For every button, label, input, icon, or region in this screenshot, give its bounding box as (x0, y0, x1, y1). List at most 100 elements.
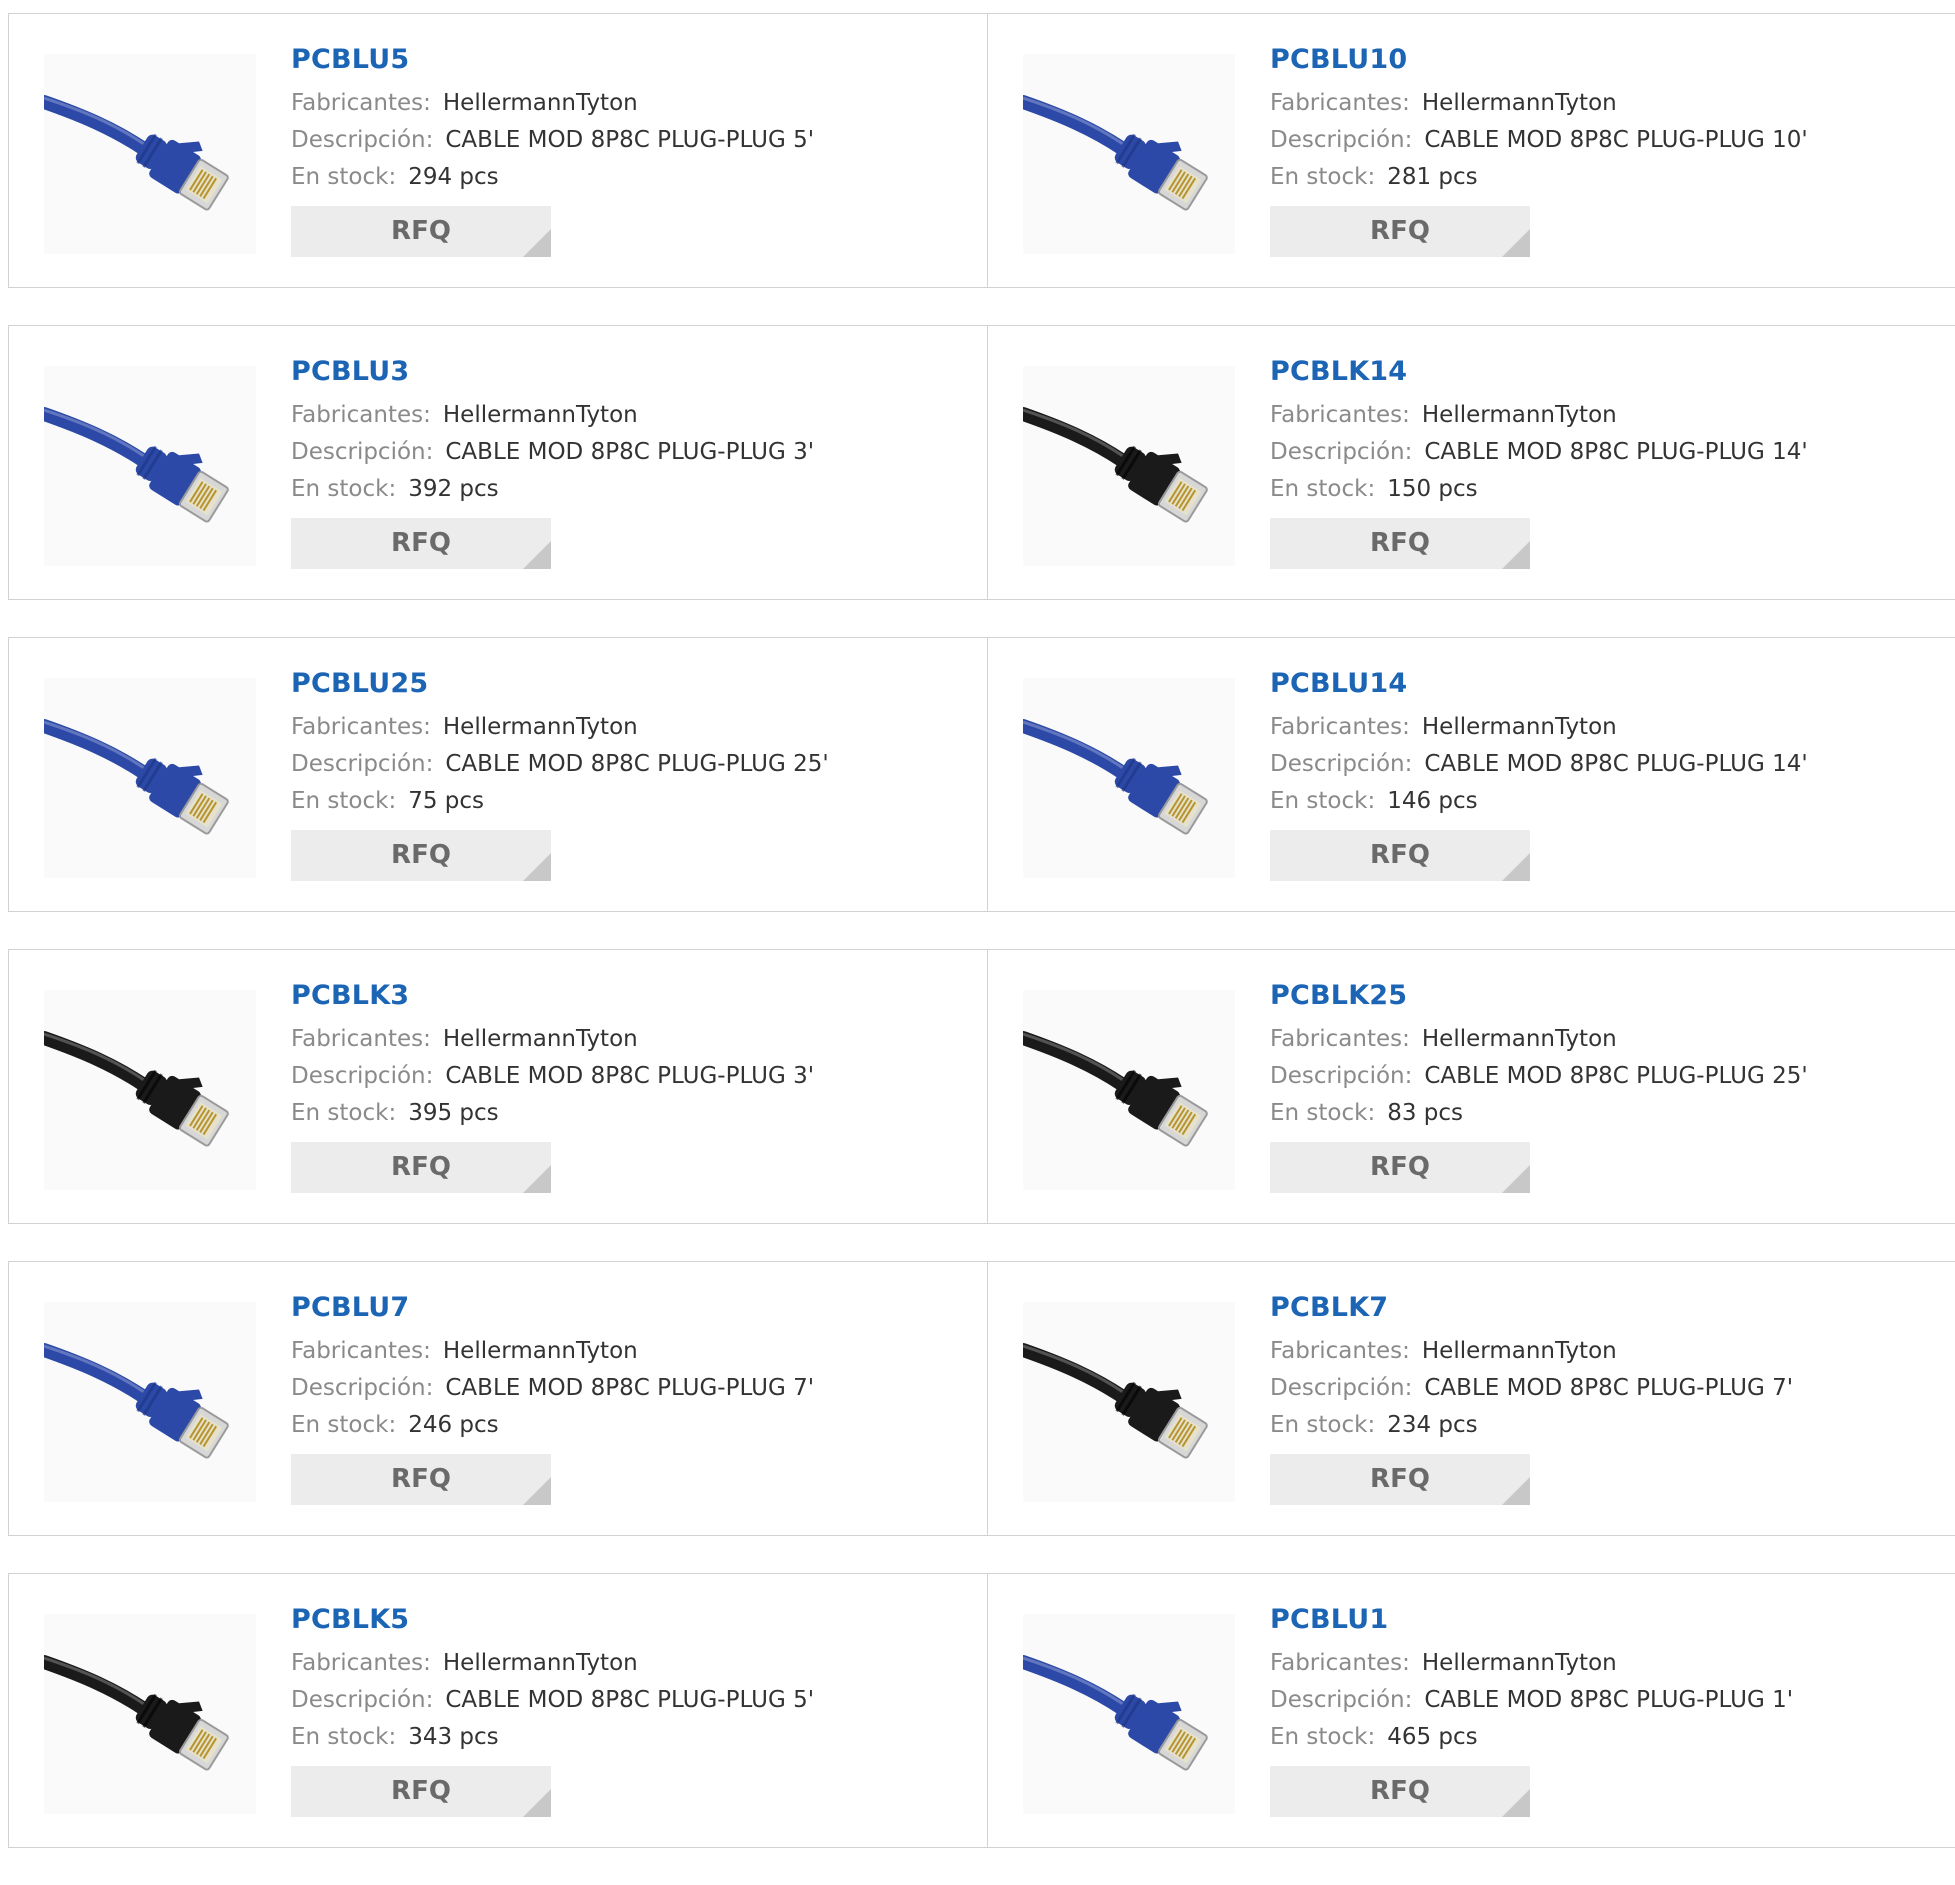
product-image[interactable] (1023, 1302, 1235, 1502)
stock-value: 83 pcs (1387, 1100, 1464, 1126)
description-line: Descripción: CABLE MOD 8P8C PLUG-PLUG 7' (1270, 1370, 1935, 1407)
corner-triangle-icon (1502, 853, 1530, 881)
product-card: PCBLU10 Fabricantes: HellermannTyton Desc… (987, 14, 1955, 287)
stock-label: En stock: (291, 164, 397, 190)
manufacturer-label: Fabricantes: (291, 90, 431, 116)
manufacturer-label: Fabricantes: (291, 714, 431, 740)
manufacturer-line: Fabricantes: HellermannTyton (1270, 1021, 1935, 1058)
product-card: PCBLK14 Fabricantes: HellermannTyton Desc… (987, 326, 1955, 599)
stock-line: En stock: 234 pcs (1270, 1407, 1935, 1444)
stock-value: 150 pcs (1387, 476, 1478, 502)
product-image[interactable] (44, 1614, 256, 1814)
black-ethernet-cable-icon (1023, 407, 1208, 523)
stock-label: En stock: (291, 1412, 397, 1438)
stock-value: 281 pcs (1387, 164, 1478, 190)
stock-line: En stock: 75 pcs (291, 783, 967, 820)
part-number-link[interactable]: PCBLU1 (1270, 1602, 1935, 1638)
rfq-button[interactable]: RFQ (291, 518, 551, 569)
product-image[interactable] (44, 54, 256, 254)
stock-value: 294 pcs (408, 164, 499, 190)
part-number-link[interactable]: PCBLK5 (291, 1602, 967, 1638)
rfq-button[interactable]: RFQ (291, 1142, 551, 1193)
stock-label: En stock: (1270, 788, 1376, 814)
part-number-link[interactable]: PCBLK14 (1270, 354, 1935, 390)
rfq-label: RFQ (391, 1152, 451, 1182)
description-line: Descripción: CABLE MOD 8P8C PLUG-PLUG 10' (1270, 122, 1935, 159)
manufacturer-value: HellermannTyton (442, 1338, 638, 1364)
corner-triangle-icon (523, 1477, 551, 1505)
rfq-button[interactable]: RFQ (1270, 1454, 1530, 1505)
manufacturer-line: Fabricantes: HellermannTyton (1270, 85, 1935, 122)
rfq-label: RFQ (1370, 1464, 1430, 1494)
manufacturer-value: HellermannTyton (1421, 402, 1617, 428)
corner-triangle-icon (523, 853, 551, 881)
rfq-label: RFQ (1370, 840, 1430, 870)
part-number-link[interactable]: PCBLK25 (1270, 978, 1935, 1014)
rfq-button[interactable]: RFQ (1270, 1142, 1530, 1193)
rfq-button[interactable]: RFQ (291, 1766, 551, 1817)
manufacturer-label: Fabricantes: (1270, 1026, 1410, 1052)
product-image[interactable] (1023, 54, 1235, 254)
part-number-link[interactable]: PCBLU3 (291, 354, 967, 390)
corner-triangle-icon (1502, 541, 1530, 569)
description-label: Descripción: (1270, 751, 1413, 777)
description-label: Descripción: (1270, 439, 1413, 465)
stock-label: En stock: (1270, 164, 1376, 190)
product-image[interactable] (44, 1302, 256, 1502)
part-number-link[interactable]: PCBLU25 (291, 666, 967, 702)
stock-label: En stock: (291, 1100, 397, 1126)
stock-label: En stock: (291, 1724, 397, 1750)
rfq-label: RFQ (391, 840, 451, 870)
rfq-button[interactable]: RFQ (291, 206, 551, 257)
product-card: PCBLK3 Fabricantes: HellermannTyton Descr… (9, 950, 987, 1223)
product-card: PCBLK7 Fabricantes: HellermannTyton Descr… (987, 1262, 1955, 1535)
manufacturer-value: HellermannTyton (1421, 714, 1617, 740)
part-number-link[interactable]: PCBLU14 (1270, 666, 1935, 702)
rfq-label: RFQ (1370, 528, 1430, 558)
rfq-button[interactable]: RFQ (1270, 206, 1530, 257)
corner-triangle-icon (1502, 1789, 1530, 1817)
blue-ethernet-cable-icon (44, 1343, 229, 1459)
part-number-link[interactable]: PCBLK3 (291, 978, 967, 1014)
product-image[interactable] (44, 366, 256, 566)
manufacturer-label: Fabricantes: (291, 1338, 431, 1364)
description-label: Descripción: (1270, 1687, 1413, 1713)
blue-ethernet-cable-icon (44, 407, 229, 523)
product-image[interactable] (44, 678, 256, 878)
stock-value: 392 pcs (408, 476, 499, 502)
description-label: Descripción: (291, 1687, 434, 1713)
part-number-link[interactable]: PCBLU10 (1270, 42, 1935, 78)
description-line: Descripción: CABLE MOD 8P8C PLUG-PLUG 25' (291, 746, 967, 783)
stock-label: En stock: (291, 788, 397, 814)
stock-value: 395 pcs (408, 1100, 499, 1126)
description-label: Descripción: (1270, 127, 1413, 153)
product-image[interactable] (1023, 1614, 1235, 1814)
product-image[interactable] (1023, 678, 1235, 878)
rfq-button[interactable]: RFQ (1270, 830, 1530, 881)
part-number-link[interactable]: PCBLU7 (291, 1290, 967, 1326)
product-card: PCBLU5 Fabricantes: HellermannTyton Descr… (9, 14, 987, 287)
stock-line: En stock: 83 pcs (1270, 1095, 1935, 1132)
rfq-label: RFQ (391, 1464, 451, 1494)
corner-triangle-icon (1502, 1477, 1530, 1505)
rfq-button[interactable]: RFQ (1270, 1766, 1530, 1817)
part-number-link[interactable]: PCBLK7 (1270, 1290, 1935, 1326)
rfq-button[interactable]: RFQ (291, 830, 551, 881)
manufacturer-line: Fabricantes: HellermannTyton (1270, 397, 1935, 434)
description-value: CABLE MOD 8P8C PLUG-PLUG 5' (445, 1687, 815, 1713)
manufacturer-value: HellermannTyton (1421, 1338, 1617, 1364)
rfq-label: RFQ (391, 528, 451, 558)
description-value: CABLE MOD 8P8C PLUG-PLUG 25' (1424, 1063, 1808, 1089)
part-number-link[interactable]: PCBLU5 (291, 42, 967, 78)
product-image[interactable] (44, 990, 256, 1190)
rfq-button[interactable]: RFQ (291, 1454, 551, 1505)
manufacturer-label: Fabricantes: (291, 402, 431, 428)
rfq-button[interactable]: RFQ (1270, 518, 1530, 569)
corner-triangle-icon (523, 541, 551, 569)
manufacturer-line: Fabricantes: HellermannTyton (291, 1021, 967, 1058)
black-ethernet-cable-icon (1023, 1343, 1208, 1459)
product-image[interactable] (1023, 990, 1235, 1190)
product-image[interactable] (1023, 366, 1235, 566)
stock-line: En stock: 465 pcs (1270, 1719, 1935, 1756)
blue-ethernet-cable-icon (1023, 719, 1208, 835)
